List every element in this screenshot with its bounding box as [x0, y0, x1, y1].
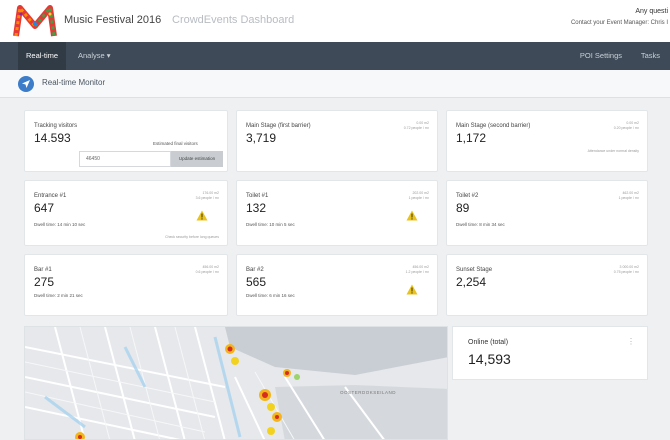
card-title: Bar #2	[246, 267, 264, 273]
card-value: 132	[246, 201, 267, 215]
festival-logo[interactable]	[12, 4, 58, 38]
poi-card-toilet-2[interactable]: Toilet #2 89 462.00 m2 1 people / m² Dwe…	[446, 180, 648, 246]
card-area: 0.00 m2	[626, 121, 639, 125]
card-value: 2,254	[456, 275, 487, 289]
tracking-visitors-card: Tracking visitors 14.593 Estimated final…	[24, 110, 228, 172]
map-area-label: OOSTERDOKSEILAND	[340, 390, 397, 395]
card-dwell-time: Dwell time: 14 min 10 sec	[34, 222, 86, 227]
top-header: Music Festival 2016 CrowdEvents Dashboar…	[0, 0, 670, 42]
crowd-heatmap[interactable]	[24, 326, 448, 440]
warning-icon	[196, 210, 208, 221]
card-value: 565	[246, 275, 267, 289]
estimated-visitors-input[interactable]	[79, 151, 171, 167]
card-title: Main Stage (first barrier)	[246, 123, 311, 129]
card-area: 0.00 m2	[416, 121, 429, 125]
poi-card-bar-1[interactable]: Bar #1 275 456.00 m2 0.6 people / m² Dwe…	[24, 254, 228, 316]
poi-card-main-stage-first[interactable]: Main Stage (first barrier) 3,719 0.00 m2…	[236, 110, 438, 172]
card-density: 1 people / m²	[618, 196, 639, 200]
more-options-icon[interactable]: ⋮	[627, 337, 635, 346]
page-title: Real-time Monitor	[42, 78, 106, 87]
warning-icon	[406, 284, 418, 295]
card-value: 647	[34, 201, 55, 215]
card-area: 456.00 m2	[412, 265, 429, 269]
card-value: 275	[34, 275, 55, 289]
card-area: 176.00 m2	[202, 191, 219, 195]
card-value: 14.593	[34, 131, 71, 145]
app-title: Music Festival 2016	[64, 14, 162, 26]
card-area: 456.00 m2	[202, 265, 219, 269]
card-dwell-time: Dwell time: 10 min 5 sec	[246, 222, 295, 227]
page-title-bar: Real-time Monitor	[0, 70, 670, 98]
online-value: 14,593	[468, 351, 511, 367]
card-title: Main Stage (second barrier)	[456, 123, 531, 129]
card-density: 0.6 people / m²	[195, 270, 219, 274]
card-title: Toilet #2	[456, 193, 479, 199]
poi-card-toilet-1[interactable]: Toilet #1 132 202.00 m2 1 people / m² Dw…	[236, 180, 438, 246]
nav-tasks[interactable]: Tasks	[633, 42, 668, 70]
nav-analyse-dropdown[interactable]: Analyse ▾	[70, 42, 119, 70]
card-title: Entrance #1	[34, 193, 67, 199]
card-density: 0.75 people / m²	[613, 270, 639, 274]
card-area: 202.00 m2	[412, 191, 429, 195]
card-note: Attendance under normal density	[587, 149, 639, 153]
event-manager-contact[interactable]: Contact your Event Manager: Chris I	[571, 20, 668, 26]
nav-realtime[interactable]: Real-time	[18, 42, 67, 70]
card-title: Tracking visitors	[34, 123, 78, 129]
card-title: Sunset Stage	[456, 267, 493, 273]
card-dwell-time: Dwell time: 6 min 16 sec	[246, 293, 295, 298]
main-nav: Real-time Analyse ▾ POI Settings Tasks	[0, 42, 670, 70]
card-value: 3,719	[246, 131, 277, 145]
app-subtitle: CrowdEvents Dashboard	[172, 14, 295, 26]
card-density: 0.72 people / m²	[403, 126, 429, 130]
online-total-card: Online (total) 14,593 ⋮	[452, 326, 648, 380]
card-density: 3.6 people / m²	[195, 196, 219, 200]
navigation-arrow-icon	[18, 76, 34, 92]
card-dwell-time: Dwell time: 8 min 34 sec	[456, 222, 505, 227]
estimated-visitors-label: Estimated final visitors	[153, 141, 198, 146]
online-title: Online (total)	[468, 339, 509, 346]
help-question[interactable]: Any questi	[635, 8, 668, 15]
card-value: 89	[456, 201, 470, 215]
card-density: 0.20 people / m²	[613, 126, 639, 130]
poi-card-bar-2[interactable]: Bar #2 565 456.00 m2 1.2 people / m² Dwe…	[236, 254, 438, 316]
card-value: 1,172	[456, 131, 487, 145]
card-title: Bar #1	[34, 267, 52, 273]
update-estimation-button[interactable]: Update estimation	[171, 151, 223, 167]
card-note: Check security before long queues	[165, 235, 219, 239]
card-density: 1.2 people / m²	[405, 270, 429, 274]
card-area: 3 000.00 m2	[619, 265, 639, 269]
poi-card-sunset-stage[interactable]: Sunset Stage 2,254 3 000.00 m2 0.75 peop…	[446, 254, 648, 316]
card-density: 1 people / m²	[408, 196, 429, 200]
card-dwell-time: Dwell time: 2 min 21 sec	[34, 293, 83, 298]
nav-poi-settings[interactable]: POI Settings	[572, 42, 630, 70]
card-area: 462.00 m2	[622, 191, 639, 195]
warning-icon	[406, 210, 418, 221]
card-title: Toilet #1	[246, 193, 269, 199]
map-canvas	[25, 327, 447, 439]
poi-card-entrance-1[interactable]: Entrance #1 647 176.00 m2 3.6 people / m…	[24, 180, 228, 246]
poi-card-main-stage-second[interactable]: Main Stage (second barrier) 1,172 0.00 m…	[446, 110, 648, 172]
